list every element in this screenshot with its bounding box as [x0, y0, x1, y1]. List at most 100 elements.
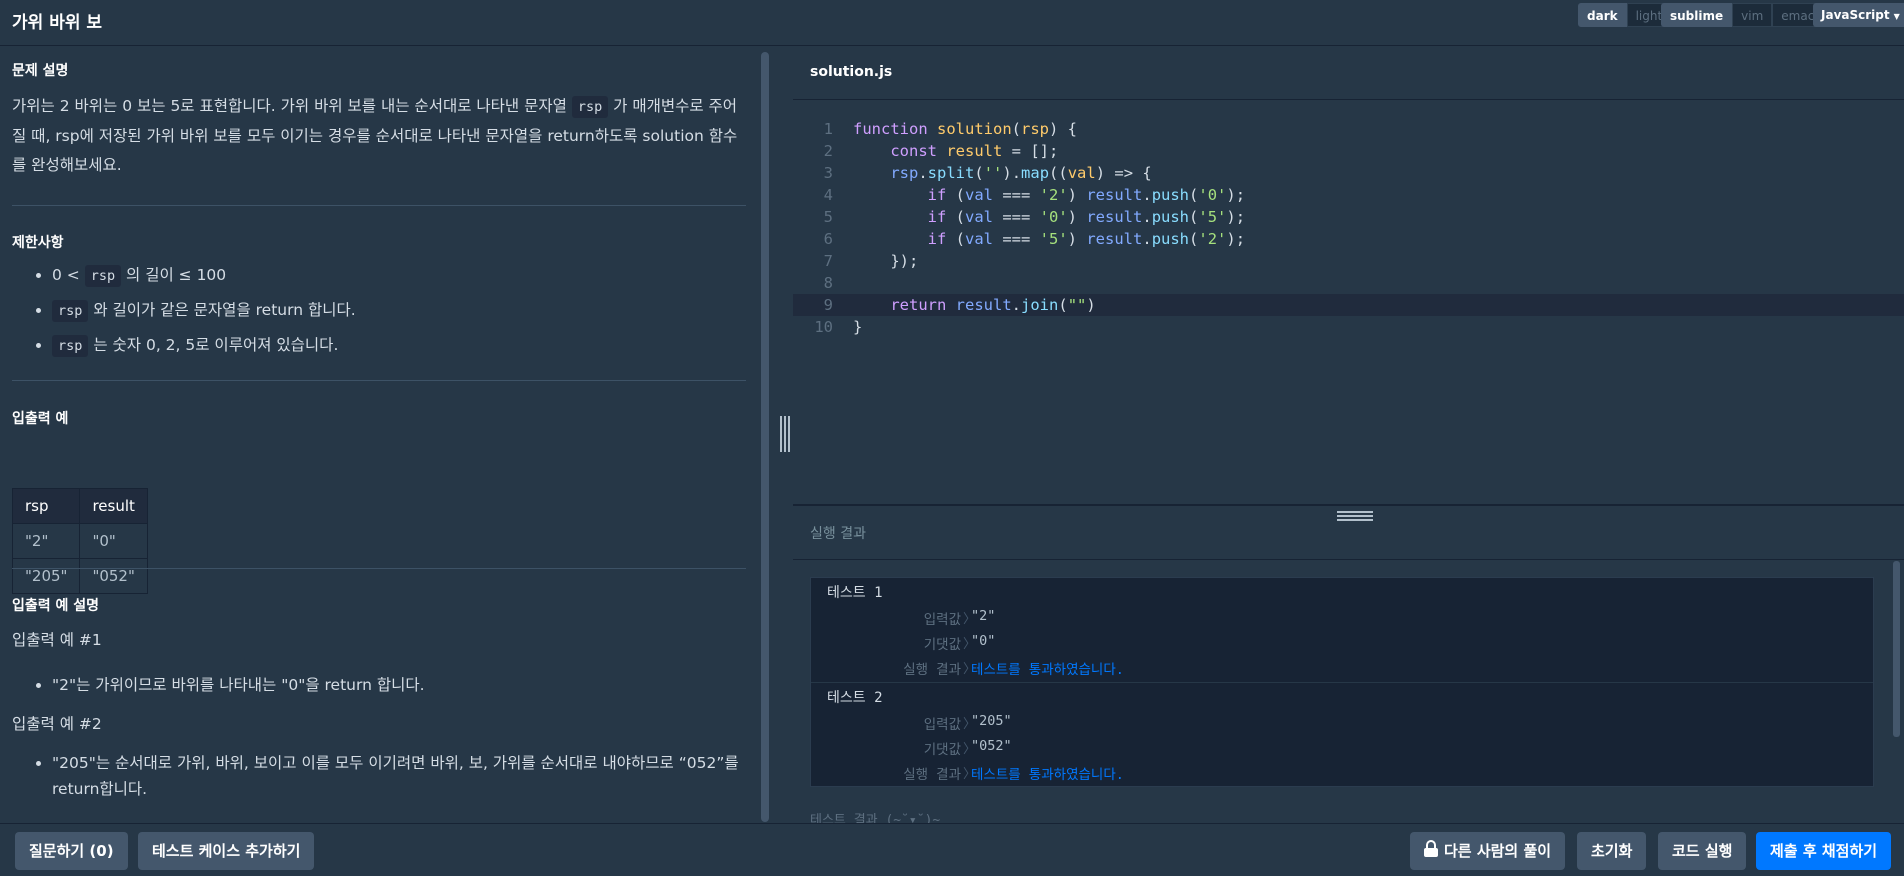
- result-label: 실행 결과: [903, 662, 961, 678]
- result-value: 테스트를 통과하였습니다.: [971, 767, 1124, 783]
- limit-item: rsp 와 길이가 같은 문자열을 return 합니다.: [52, 293, 356, 328]
- io-heading: 입출력 예: [12, 411, 69, 427]
- io-table: rsp result "2" "0" "205" "052": [11, 488, 148, 594]
- expected-label: 기댓값: [923, 637, 961, 653]
- code-line[interactable]: 6 if (val === '5') result.push('2');: [793, 228, 1904, 250]
- results-footer: 테스트 결과 (~˘▾˘)~: [810, 813, 941, 823]
- line-number: 1: [823, 120, 833, 138]
- expected-label: 기댓값: [923, 742, 961, 758]
- limit-text-post: 는 숫자 0, 2, 5로 이루어져 있습니다.: [88, 336, 339, 354]
- line-number: 10: [814, 318, 833, 336]
- table-cell: "205": [11, 558, 81, 594]
- limit-text-post: 와 길이가 같은 문자열을 return 합니다.: [88, 301, 356, 319]
- io-example-list: "2"는 가위이므로 바위를 나타내는 "0"을 return 합니다.: [12, 668, 425, 702]
- theme-dark-option[interactable]: dark: [1578, 3, 1627, 27]
- problem-scrollbar[interactable]: [761, 52, 769, 822]
- table-row: "2" "0": [11, 523, 148, 559]
- keymap-toggle[interactable]: sublime vim emacs: [1661, 3, 1830, 27]
- other-solutions-button[interactable]: 다른 사람의 풀이: [1410, 832, 1566, 870]
- divider: [12, 568, 746, 569]
- keymap-sublime-option[interactable]: sublime: [1661, 3, 1733, 27]
- code-text: return result.join(""): [890, 296, 1096, 314]
- language-select[interactable]: JavaScript ▼: [1813, 3, 1904, 27]
- code-text: }: [853, 318, 863, 336]
- result-value: 테스트를 통과하였습니다.: [971, 662, 1124, 678]
- divider: [811, 682, 1873, 683]
- line-number: 5: [823, 208, 833, 226]
- io-desc-heading: 입출력 예 설명: [12, 598, 100, 614]
- theme-toggle[interactable]: dark light: [1578, 3, 1672, 27]
- bottom-bar: 질문하기 (0) 테스트 케이스 추가하기 다른 사람의 풀이 초기화 코드 실…: [0, 823, 1904, 876]
- io-example-title: 입출력 예 #1: [12, 631, 102, 649]
- table-header: result: [79, 488, 148, 524]
- limits-list: 0 < rsp 의 길이 ≤ 100 rsp 와 길이가 같은 문자열을 ret…: [12, 258, 356, 363]
- input-label: 입력값: [923, 612, 961, 628]
- code-line[interactable]: 4 if (val === '2') result.push('0');: [793, 184, 1904, 206]
- limit-text-pre: 0 <: [52, 266, 85, 284]
- editor-header: solution.js: [793, 46, 1904, 100]
- add-test-case-button[interactable]: 테스트 케이스 추가하기: [138, 832, 315, 870]
- description-heading: 문제 설명: [12, 63, 69, 79]
- run-code-button[interactable]: 코드 실행: [1658, 832, 1747, 870]
- line-number: 7: [823, 252, 833, 270]
- table-cell: "0": [79, 523, 148, 559]
- page-title: 가위 바위 보: [12, 13, 103, 33]
- editor-filename: solution.js: [810, 64, 893, 80]
- input-label: 입력값: [923, 717, 961, 733]
- header-bar: 가위 바위 보 dark light sublime vim emacs Jav…: [0, 0, 1904, 46]
- table-cell: "2": [11, 523, 81, 559]
- line-number: 4: [823, 186, 833, 204]
- line-number: 3: [823, 164, 833, 182]
- io-example-text: "205"는 순서대로 가위, 바위, 보이고 이를 모두 이기려면 바위, 보…: [52, 750, 752, 802]
- code-text: function solution(rsp) {: [853, 120, 1077, 138]
- results-scrollbar[interactable]: [1893, 561, 1900, 737]
- code-line[interactable]: 3 rsp.split('').map((val) => {: [793, 162, 1904, 184]
- divider: [12, 205, 746, 206]
- vertical-resize-handle-icon[interactable]: [780, 416, 790, 452]
- limit-text-post: 의 길이 ≤ 100: [121, 266, 227, 284]
- code-line-active[interactable]: 9 return result.join(""): [793, 294, 1904, 316]
- io-example-title: 입출력 예 #2: [12, 715, 102, 733]
- reset-button[interactable]: 초기화: [1577, 832, 1647, 870]
- submit-button[interactable]: 제출 후 채점하기: [1756, 832, 1892, 870]
- table-header-row: rsp result: [11, 488, 148, 524]
- input-value: "205": [971, 713, 1012, 729]
- keymap-vim-option[interactable]: vim: [1732, 3, 1773, 27]
- results-header: 실행 결과: [793, 506, 1904, 560]
- code-text: rsp.split('').map((val) => {: [890, 164, 1152, 182]
- code-text: if (val === '5') result.push('2');: [927, 230, 1246, 248]
- result-label: 실행 결과: [903, 767, 961, 783]
- param-code: rsp: [571, 96, 609, 118]
- test-title: 테스트 1: [827, 585, 883, 601]
- code-line[interactable]: 2 const result = [];: [793, 140, 1904, 162]
- input-value: "2": [971, 608, 996, 624]
- other-solutions-label: 다른 사람의 풀이: [1444, 842, 1552, 860]
- divider: [12, 380, 746, 381]
- limit-code: rsp: [52, 335, 89, 357]
- question-button[interactable]: 질문하기 (0): [15, 832, 128, 870]
- lock-icon: [1424, 840, 1438, 857]
- io-example-text: "2"는 가위이므로 바위를 나타내는 "0"을 return 합니다.: [52, 668, 425, 702]
- code-line[interactable]: 7 });: [793, 250, 1904, 272]
- code-editor[interactable]: 1 function solution(rsp) { 2 const result…: [793, 100, 1904, 504]
- code-line[interactable]: 1 function solution(rsp) {: [793, 118, 1904, 140]
- line-number: 2: [823, 142, 833, 160]
- limit-item: rsp 는 숫자 0, 2, 5로 이루어져 있습니다.: [52, 328, 356, 363]
- table-row: "205" "052": [11, 558, 148, 594]
- code-line[interactable]: 10}: [793, 316, 1904, 338]
- code-line[interactable]: 8: [793, 272, 1904, 294]
- code-text: if (val === '0') result.push('5');: [927, 208, 1246, 226]
- expected-value: "0": [971, 633, 996, 649]
- description-part-1: 가위는 2 바위는 0 보는 5로 표현합니다. 가위 바위 보를 내는 순서대…: [12, 97, 572, 115]
- chevron-down-icon: ▼: [1893, 12, 1900, 21]
- line-number: 9: [823, 296, 833, 314]
- language-label: JavaScript: [1821, 8, 1890, 22]
- results-box: 테스트 1 입력값 〉 "2" 기댓값 〉 "0" 실행 결과 〉 테스트를 통…: [810, 577, 1874, 787]
- code-text: if (val === '2') result.push('0');: [927, 186, 1246, 204]
- code-line[interactable]: 5 if (val === '0') result.push('5');: [793, 206, 1904, 228]
- results-title: 실행 결과: [810, 526, 866, 542]
- line-number: 8: [823, 274, 833, 292]
- results-panel: 테스트 1 입력값 〉 "2" 기댓값 〉 "0" 실행 결과 〉 테스트를 통…: [793, 561, 1904, 823]
- io-example-list: "205"는 순서대로 가위, 바위, 보이고 이를 모두 이기려면 바위, 보…: [12, 750, 752, 802]
- limits-heading: 제한사항: [12, 235, 64, 251]
